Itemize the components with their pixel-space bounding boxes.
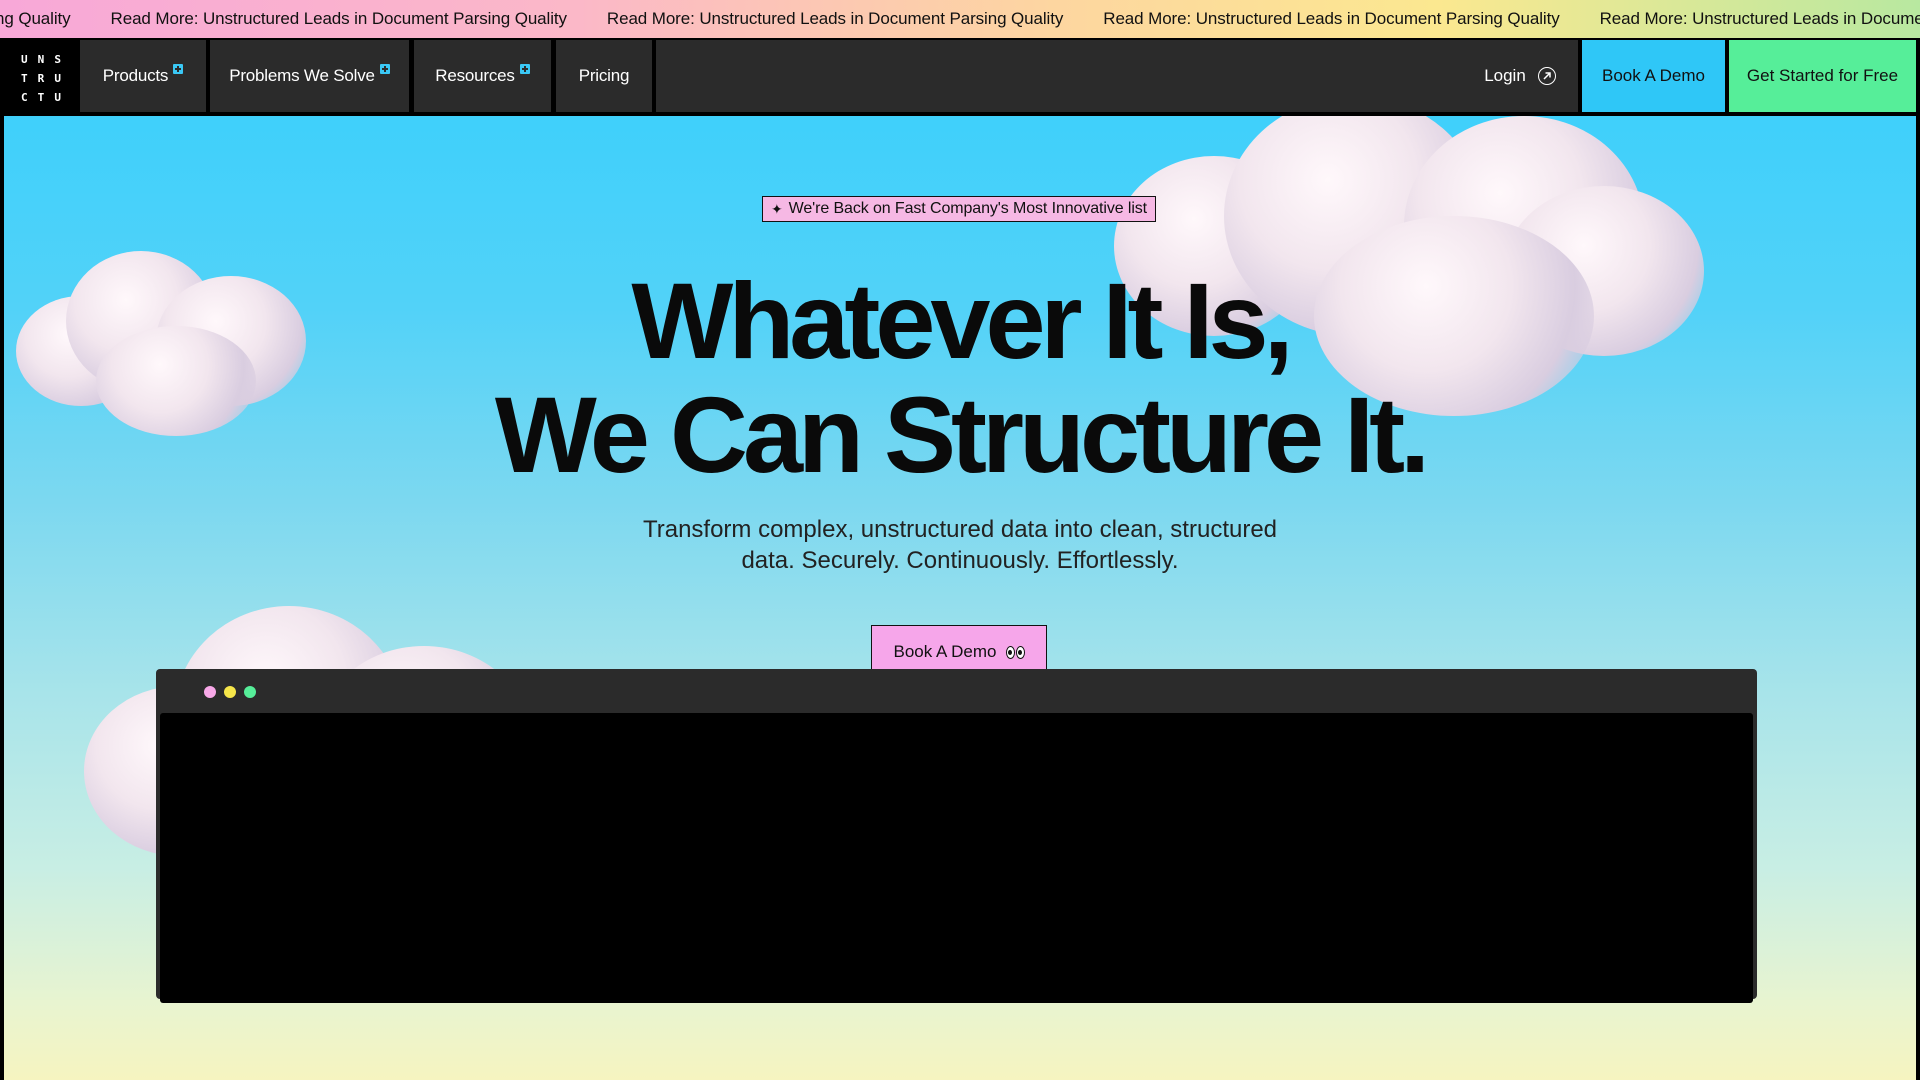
nav-problems-label: Problems We Solve xyxy=(229,66,375,85)
top-navigation: U N S T R U C T U Products Problems We S… xyxy=(0,38,1920,116)
nav-products[interactable]: Products xyxy=(80,40,206,112)
video-player[interactable] xyxy=(160,713,1753,1003)
eyes-icon xyxy=(1005,645,1025,659)
window-dot-pink xyxy=(204,686,216,698)
marquee-item[interactable]: Read More: Unstructured Leads in Documen… xyxy=(607,9,1063,29)
nav-pricing[interactable]: Pricing xyxy=(556,40,652,112)
login-link[interactable]: Login xyxy=(1460,40,1580,112)
announcement-marquee[interactable]: ng Quality Read More: Unstructured Leads… xyxy=(0,0,1920,38)
plus-icon xyxy=(173,64,184,74)
fast-company-badge[interactable]: ✦ We're Back on Fast Company's Most Inno… xyxy=(762,196,1157,222)
logo-letter: N xyxy=(37,53,45,66)
book-demo-button[interactable]: Book A Demo xyxy=(1582,40,1725,112)
demo-video-window xyxy=(156,669,1757,1003)
nav-products-label: Products xyxy=(102,66,169,85)
window-dot-green xyxy=(244,686,256,698)
nav-filler xyxy=(656,40,1578,112)
badge-text: We're Back on Fast Company's Most Innova… xyxy=(788,200,1148,217)
logo-letter: U xyxy=(21,53,28,66)
logo-letter: R xyxy=(37,72,45,85)
logo-letter: U xyxy=(54,91,61,104)
logo-letter: U xyxy=(54,72,61,85)
get-started-free-button[interactable]: Get Started for Free xyxy=(1729,40,1916,112)
hero-cta-label: Book A Demo xyxy=(893,642,997,661)
nav-problems-we-solve[interactable]: Problems We Solve xyxy=(210,40,409,112)
marquee-track: ng Quality Read More: Unstructured Leads… xyxy=(0,0,1920,38)
marquee-item[interactable]: Read More: Unstructured Leads in Documen… xyxy=(111,9,567,29)
login-label: Login xyxy=(1484,66,1526,85)
logo-letter: C xyxy=(21,91,28,104)
plus-icon xyxy=(379,64,390,74)
unstructured-logo[interactable]: U N S T R U C T U xyxy=(4,42,78,115)
subhead-line-2: data. Securely. Continuously. Effortless… xyxy=(741,547,1179,574)
page-title: Whatever It Is, We Can Structure It. xyxy=(4,264,1916,492)
plus-icon xyxy=(519,64,530,74)
nav-resources-label: Resources xyxy=(435,66,515,85)
marquee-item[interactable]: ng Quality xyxy=(0,9,71,29)
marquee-item[interactable]: Read More: Unstructured Leads in Documen… xyxy=(1600,9,1920,29)
subhead-line-1: Transform complex, unstructured data int… xyxy=(642,516,1278,543)
sparkle-icon: ✦ xyxy=(771,200,783,217)
headline-line-2: We Can Structure It. xyxy=(494,374,1430,495)
nav-resources[interactable]: Resources xyxy=(414,40,551,112)
hero-subheading: Transform complex, unstructured data int… xyxy=(4,514,1916,576)
marquee-item[interactable]: Read More: Unstructured Leads in Documen… xyxy=(1103,9,1559,29)
window-dot-yellow xyxy=(224,686,236,698)
logo-letter: S xyxy=(54,53,61,66)
nav-pricing-label: Pricing xyxy=(578,66,630,85)
arrow-up-right-circle-icon xyxy=(1537,67,1556,85)
logo-letter: T xyxy=(21,72,28,85)
logo-letter: T xyxy=(37,91,45,104)
headline-line-1: Whatever It Is, xyxy=(631,260,1293,381)
